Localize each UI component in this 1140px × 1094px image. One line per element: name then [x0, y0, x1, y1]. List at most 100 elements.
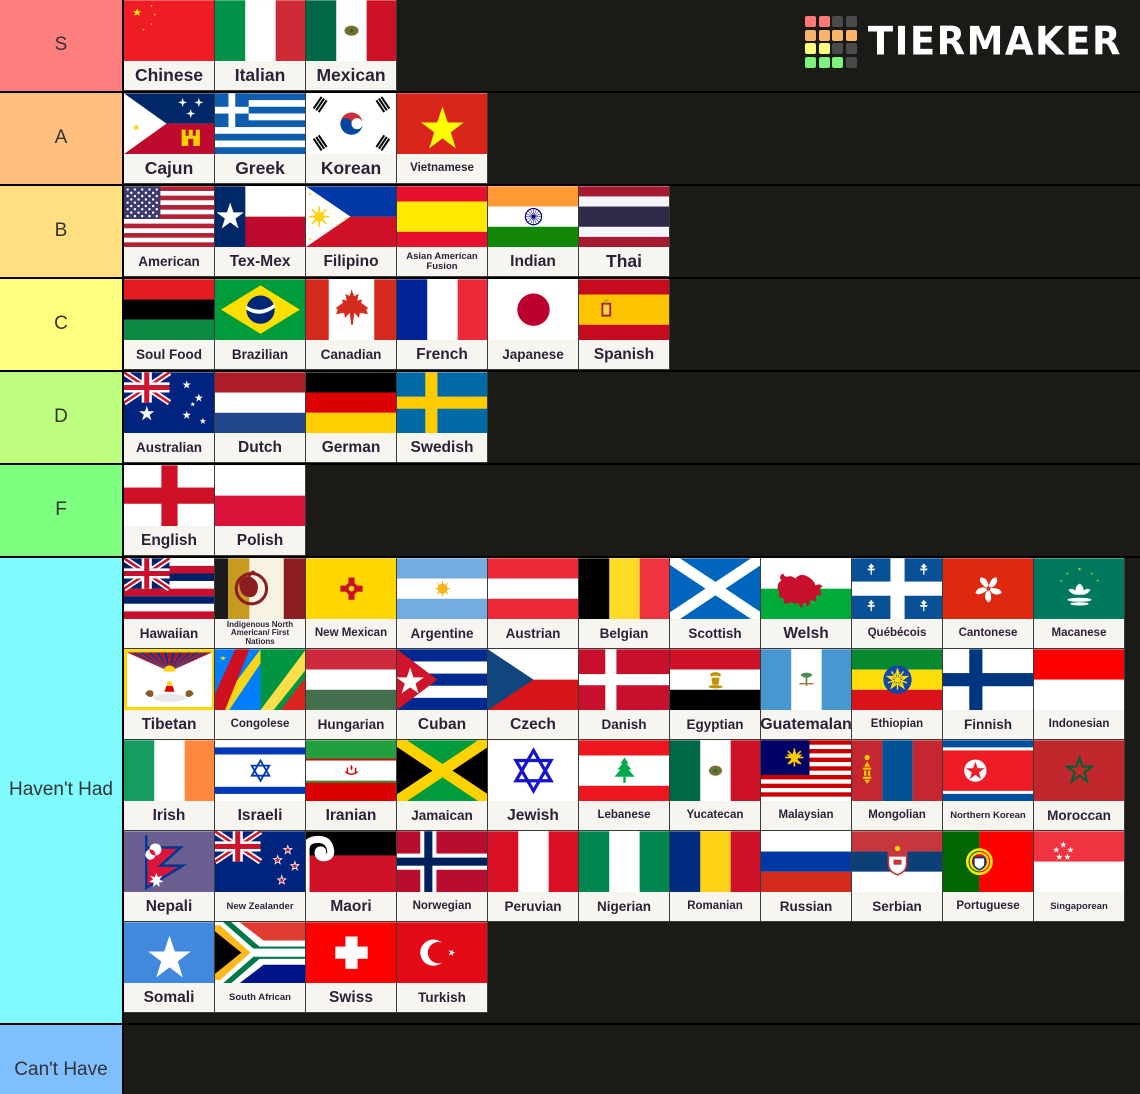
tier-label-f[interactable]: F [0, 465, 124, 556]
tier-item-tile[interactable]: Greek [215, 93, 306, 184]
tier-item-tile[interactable]: Lebanese [579, 740, 670, 831]
tier-item-tile[interactable]: Dutch [215, 372, 306, 463]
tier-item-tile[interactable]: Peruvian [488, 831, 579, 922]
tier-item-tile[interactable]: Norwegian [397, 831, 488, 922]
tier-item-tile[interactable]: Hawaiian [124, 558, 215, 649]
tier-item-tile[interactable]: Polish [215, 465, 306, 556]
tier-item-tile[interactable]: Swiss [306, 922, 397, 1013]
tier-label-haven-t-had[interactable]: Haven't Had [0, 558, 124, 1023]
tier-item-tile[interactable]: French [397, 279, 488, 370]
tier-item-tile[interactable]: Vietnamese [397, 93, 488, 184]
flag-icon-ro [670, 831, 760, 893]
tier-items[interactable]: American Tex-Mex Filipino Asian American Fu… [124, 186, 1140, 277]
tier-item-tile[interactable]: German [306, 372, 397, 463]
tier-item-tile[interactable]: Portuguese [943, 831, 1034, 922]
tier-item-tile[interactable]: Singaporean [1034, 831, 1125, 922]
tier-items[interactable]: Australian Dutch German Swedish [124, 372, 1140, 463]
tier-item-tile[interactable]: Belgian [579, 558, 670, 649]
tier-item-tile[interactable]: Nepali [124, 831, 215, 922]
tier-item-tile[interactable]: Romanian [670, 831, 761, 922]
tier-item-label: Nigerian [579, 892, 669, 921]
tier-item-tile[interactable]: Cantonese [943, 558, 1034, 649]
tier-item-tile[interactable]: Serbian [852, 831, 943, 922]
tier-item-tile[interactable]: Japanese [488, 279, 579, 370]
tier-item-tile[interactable]: Austrian [488, 558, 579, 649]
tier-item-tile[interactable]: Russian [761, 831, 852, 922]
tier-items[interactable]: Hawaiian Indigenous North American/ First… [124, 558, 1140, 1023]
tier-item-tile[interactable]: Guatemalan [761, 649, 852, 740]
tier-row: B American Tex-Mex Filipino Asian American F… [0, 186, 1140, 279]
flag-icon-nz [215, 831, 305, 893]
tier-item-tile[interactable]: Ethiopian [852, 649, 943, 740]
tier-item-tile[interactable]: Korean [306, 93, 397, 184]
tier-item-tile[interactable]: Brazilian [215, 279, 306, 370]
tier-item-tile[interactable]: Mongolian [852, 740, 943, 831]
tier-label-can-t-have[interactable]: Can't Have [0, 1025, 124, 1094]
tier-items[interactable] [124, 1025, 1140, 1094]
tier-item-tile[interactable]: Iranian [306, 740, 397, 831]
tier-item-tile[interactable]: Tex-Mex [215, 186, 306, 277]
tier-items[interactable]: Cajun Greek Korean Vietnamese [124, 93, 1140, 184]
tier-item-tile[interactable]: Chinese [124, 0, 215, 91]
tier-item-tile[interactable]: American [124, 186, 215, 277]
tier-item-tile[interactable]: Filipino [306, 186, 397, 277]
tier-item-tile[interactable]: New Zealander [215, 831, 306, 922]
tier-item-tile[interactable]: South African [215, 922, 306, 1013]
tier-item-tile[interactable]: Indigenous North American/ First Nations [215, 558, 306, 649]
flag-icon-jm [397, 740, 487, 802]
tier-label-c[interactable]: C [0, 279, 124, 370]
tier-item-label: Chinese [124, 61, 214, 90]
tier-item-tile[interactable]: Asian American Fusion [397, 186, 488, 277]
tier-item-tile[interactable]: Québécois [852, 558, 943, 649]
tier-item-tile[interactable]: Congolese [215, 649, 306, 740]
flag-icon-lb [579, 740, 669, 802]
tier-item-tile[interactable]: Swedish [397, 372, 488, 463]
tier-item-tile[interactable]: Thai [579, 186, 670, 277]
tier-label-d[interactable]: D [0, 372, 124, 463]
tier-item-tile[interactable]: Turkish [397, 922, 488, 1013]
tier-item-label: Malaysian [761, 801, 851, 830]
tier-item-tile[interactable]: Northern Korean [943, 740, 1034, 831]
tier-item-tile[interactable]: Czech [488, 649, 579, 740]
tier-item-tile[interactable]: Cuban [397, 649, 488, 740]
tier-item-tile[interactable]: Welsh [761, 558, 852, 649]
tier-items[interactable]: Soul Food Brazilian Canadian French Japanese… [124, 279, 1140, 370]
tier-item-tile[interactable]: Indonesian [1034, 649, 1125, 740]
tier-item-tile[interactable]: Hungarian [306, 649, 397, 740]
tier-label-b[interactable]: B [0, 186, 124, 277]
logo-swatch-10 [832, 43, 844, 54]
tier-item-tile[interactable]: English [124, 465, 215, 556]
tier-item-tile[interactable]: Scottish [670, 558, 761, 649]
tier-item-tile[interactable]: Malaysian [761, 740, 852, 831]
tier-item-tile[interactable]: Somali [124, 922, 215, 1013]
tier-item-label: Spanish [579, 340, 669, 369]
tier-item-tile[interactable]: Maori [306, 831, 397, 922]
tier-item-tile[interactable]: Tibetan [124, 649, 215, 740]
tier-item-tile[interactable]: Nigerian [579, 831, 670, 922]
tier-item-tile[interactable]: Macanese [1034, 558, 1125, 649]
tier-item-tile[interactable]: Mexican [306, 0, 397, 91]
tier-item-tile[interactable]: Canadian [306, 279, 397, 370]
tier-label-s[interactable]: S [0, 0, 124, 91]
tier-item-tile[interactable]: Italian [215, 0, 306, 91]
tier-item-tile[interactable]: Cajun [124, 93, 215, 184]
tier-item-tile[interactable]: Yucatecan [670, 740, 761, 831]
tier-item-tile[interactable]: Argentine [397, 558, 488, 649]
tier-item-tile[interactable]: Irish [124, 740, 215, 831]
tier-item-tile[interactable]: Indian [488, 186, 579, 277]
tier-item-tile[interactable]: New Mexican [306, 558, 397, 649]
tier-item-tile[interactable]: Danish [579, 649, 670, 740]
tier-item-tile[interactable]: Jamaican [397, 740, 488, 831]
tier-item-tile[interactable]: Soul Food [124, 279, 215, 370]
tier-item-tile[interactable]: Moroccan [1034, 740, 1125, 831]
tier-item-tile[interactable]: Australian [124, 372, 215, 463]
tier-items[interactable]: English Polish [124, 465, 1140, 556]
flag-icon-jewish [488, 740, 578, 802]
tier-item-label: Somali [124, 983, 214, 1012]
tier-item-tile[interactable]: Jewish [488, 740, 579, 831]
tier-item-tile[interactable]: Spanish [579, 279, 670, 370]
tier-item-tile[interactable]: Egyptian [670, 649, 761, 740]
tier-label-a[interactable]: A [0, 93, 124, 184]
tier-item-tile[interactable]: Finnish [943, 649, 1034, 740]
tier-item-tile[interactable]: Israeli [215, 740, 306, 831]
